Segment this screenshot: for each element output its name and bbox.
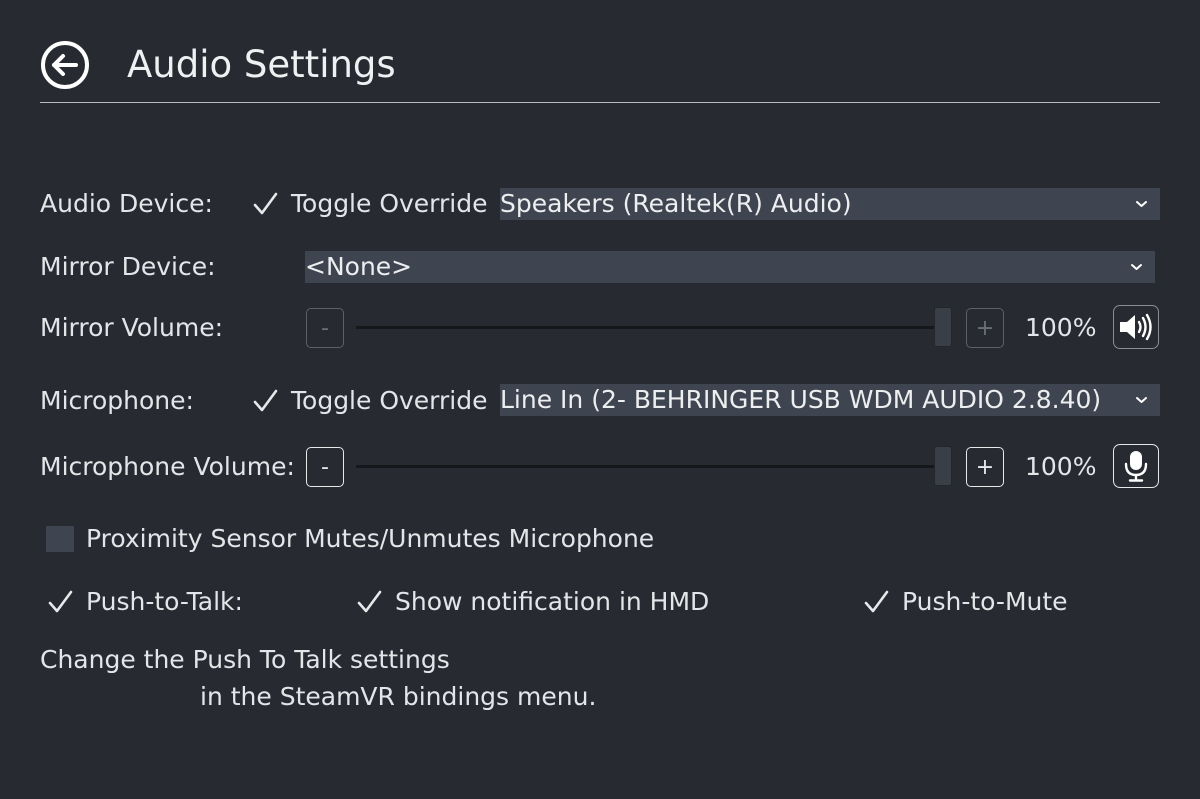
mirror-volume-label: Mirror Volume: bbox=[40, 313, 224, 342]
checkmark-icon bbox=[253, 389, 278, 412]
chevron-down-icon bbox=[1131, 264, 1142, 270]
microphone-volume-increase-button[interactable]: + bbox=[966, 447, 1004, 487]
microphone-icon bbox=[1124, 451, 1148, 482]
audio-device-label: Audio Device: bbox=[40, 189, 213, 218]
audio-settings-page: Audio Settings Audio Device: Toggle Over… bbox=[0, 0, 1200, 799]
back-button[interactable] bbox=[40, 40, 90, 90]
mirror-device-label: Mirror Device: bbox=[40, 252, 216, 281]
mirror-volume-increase-button[interactable]: + bbox=[966, 308, 1004, 348]
microphone-label: Microphone: bbox=[40, 386, 194, 415]
mirror-device-selected: <None> bbox=[305, 252, 413, 281]
checkmark-icon bbox=[864, 590, 889, 613]
microphone-mute-button[interactable] bbox=[1113, 444, 1159, 488]
microphone-volume-slider-track[interactable] bbox=[356, 465, 952, 468]
microphone-dropdown[interactable]: Line In (2- BEHRINGER USB WDM AUDIO 2.8.… bbox=[500, 384, 1160, 416]
mirror-volume-decrease-button[interactable]: - bbox=[306, 308, 344, 348]
audio-device-override-checkbox[interactable] bbox=[250, 187, 280, 221]
mirror-volume-value: 100% bbox=[1025, 313, 1097, 342]
push-to-talk-label[interactable]: Push-to-Talk: bbox=[86, 585, 243, 619]
show-notification-checkbox[interactable] bbox=[354, 585, 384, 619]
push-to-talk-help-line-2: in the SteamVR bindings menu. bbox=[200, 682, 597, 711]
mirror-volume-mute-button[interactable] bbox=[1113, 305, 1159, 349]
microphone-volume-slider-thumb[interactable] bbox=[934, 446, 952, 486]
checkmark-icon bbox=[253, 192, 278, 215]
chevron-down-icon bbox=[1136, 397, 1147, 403]
microphone-volume-value: 100% bbox=[1025, 452, 1097, 481]
push-to-mute-label[interactable]: Push-to-Mute bbox=[902, 585, 1068, 619]
page-title: Audio Settings bbox=[127, 43, 396, 86]
proximity-sensor-label[interactable]: Proximity Sensor Mutes/Unmutes Microphon… bbox=[86, 522, 654, 556]
audio-device-override-label[interactable]: Toggle Override bbox=[291, 187, 488, 221]
checkmark-icon bbox=[48, 590, 73, 613]
microphone-volume-label: Microphone Volume: bbox=[40, 452, 295, 481]
audio-device-dropdown[interactable]: Speakers (Realtek(R) Audio) bbox=[500, 188, 1160, 220]
show-notification-label[interactable]: Show notification in HMD bbox=[395, 585, 709, 619]
speaker-volume-icon bbox=[1120, 313, 1152, 341]
push-to-talk-checkbox[interactable] bbox=[45, 585, 75, 619]
audio-device-selected: Speakers (Realtek(R) Audio) bbox=[500, 189, 852, 218]
microphone-override-checkbox[interactable] bbox=[250, 384, 280, 418]
microphone-volume-decrease-button[interactable]: - bbox=[306, 447, 344, 487]
microphone-override-label[interactable]: Toggle Override bbox=[291, 384, 488, 418]
push-to-talk-help-line-1: Change the Push To Talk settings bbox=[40, 645, 450, 674]
push-to-mute-checkbox[interactable] bbox=[861, 585, 891, 619]
chevron-down-icon bbox=[1136, 201, 1147, 207]
checkmark-icon bbox=[357, 590, 382, 613]
header-divider bbox=[40, 102, 1160, 103]
mirror-device-dropdown[interactable]: <None> bbox=[305, 251, 1155, 283]
microphone-selected: Line In (2- BEHRINGER USB WDM AUDIO 2.8.… bbox=[500, 385, 1102, 414]
empty-checkbox-box bbox=[46, 526, 74, 552]
arrow-left-circle-icon bbox=[41, 41, 89, 89]
mirror-volume-slider-track[interactable] bbox=[356, 326, 952, 329]
mirror-volume-slider-thumb[interactable] bbox=[934, 307, 952, 347]
proximity-sensor-checkbox[interactable] bbox=[45, 522, 75, 556]
